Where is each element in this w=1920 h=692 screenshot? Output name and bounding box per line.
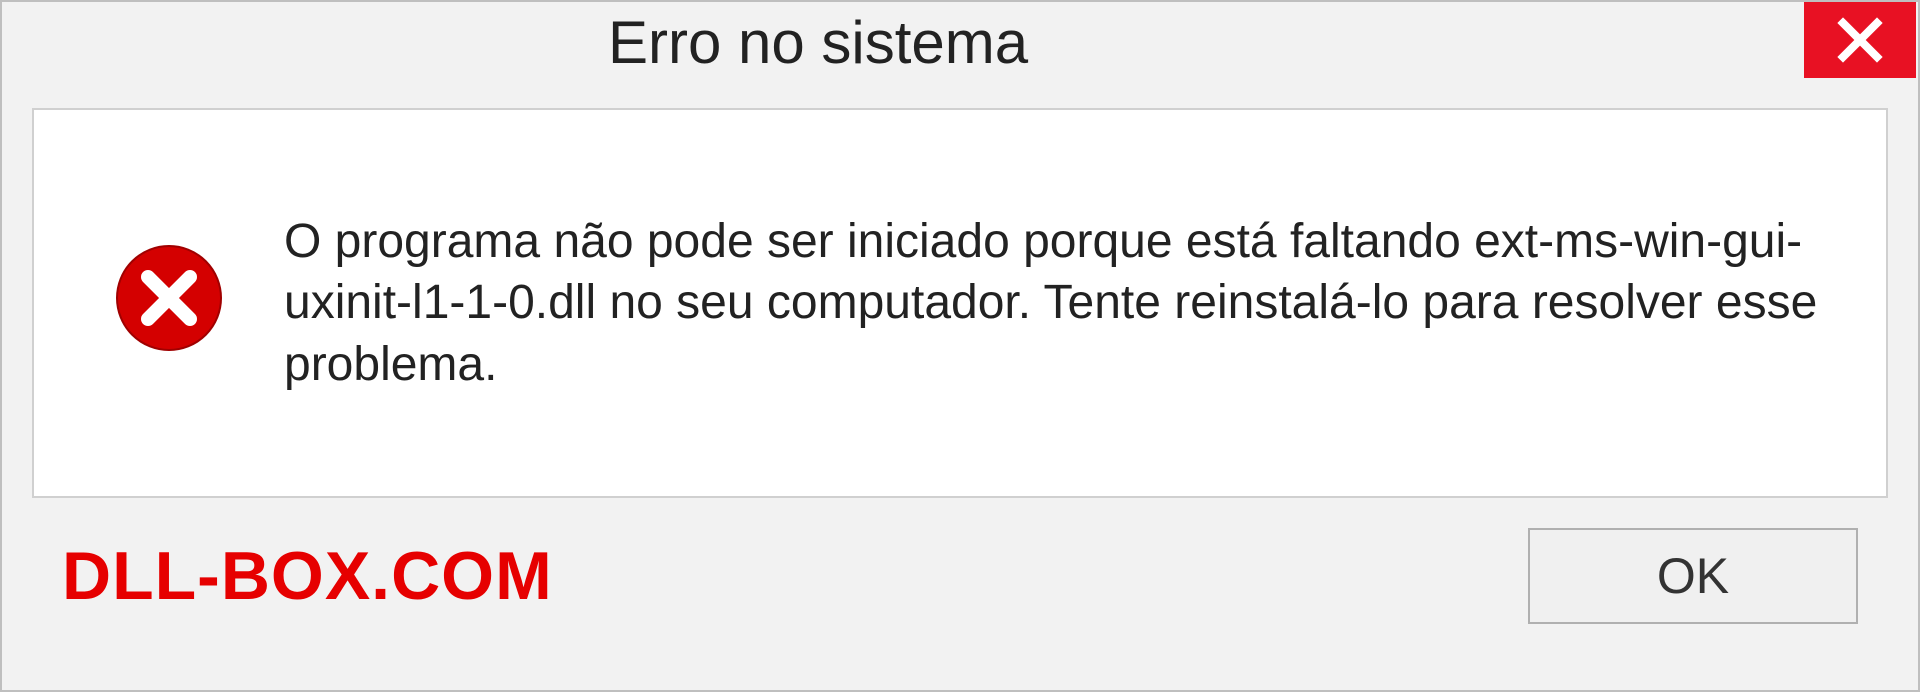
close-icon [1837,17,1883,63]
dialog-footer: DLL-BOX.COM OK [2,498,1918,624]
error-message: O programa não pode ser iniciado porque … [284,211,1826,395]
error-icon [114,243,224,353]
dialog-title: Erro no sistema [2,2,1028,77]
titlebar: Erro no sistema [2,2,1918,94]
ok-button-label: OK [1657,547,1729,605]
error-dialog: Erro no sistema O programa não pode ser … [0,0,1920,692]
content-panel: O programa não pode ser iniciado porque … [32,108,1888,498]
ok-button[interactable]: OK [1528,528,1858,624]
watermark-text: DLL-BOX.COM [62,537,553,615]
close-button[interactable] [1804,2,1916,78]
